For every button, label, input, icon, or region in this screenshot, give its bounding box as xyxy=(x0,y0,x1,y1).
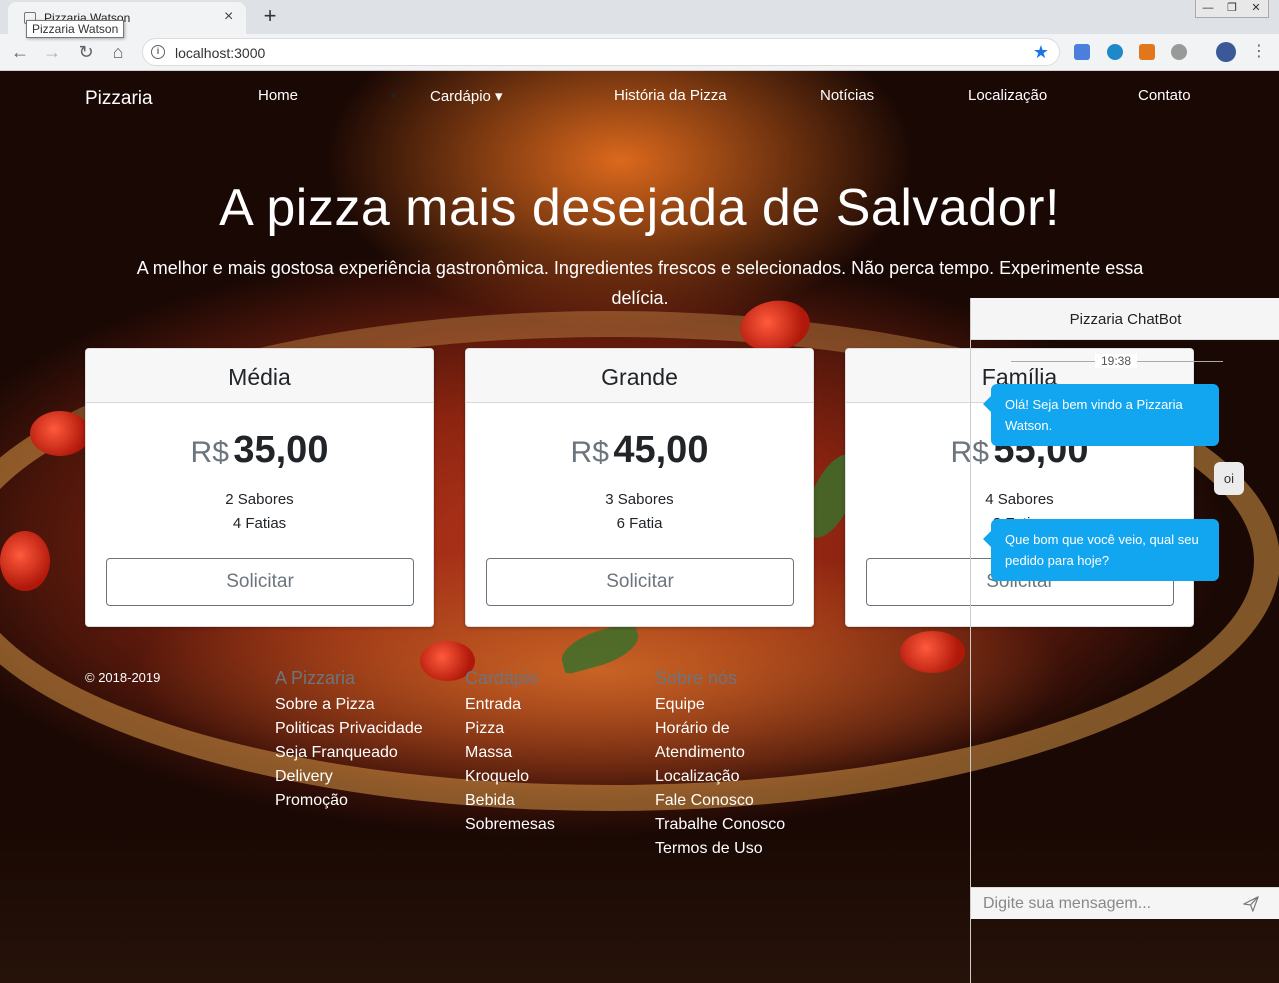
pricing-card-media: Média R$ 35,00 2 Sabores 4 Fatias Solici… xyxy=(85,348,434,627)
footer-column-pizzaria: A Pizzaria Sobre a Pizza Politicas Priva… xyxy=(275,668,423,813)
card-slices: 4 Fatias xyxy=(232,515,287,532)
browser-menu-icon[interactable]: ⋮ xyxy=(1247,40,1271,64)
nav-cardapio[interactable]: Cardápio ▾ xyxy=(430,87,503,105)
footer-link[interactable]: Sobre a Pizza xyxy=(275,693,423,717)
nav-dot xyxy=(391,93,396,98)
window-controls: — ❐ ✕ xyxy=(1195,0,1269,18)
fox-extension-icon[interactable] xyxy=(1139,44,1155,60)
price-value: 35,00 xyxy=(233,429,329,471)
price-value: 45,00 xyxy=(613,429,709,471)
footer-link[interactable]: Horário de xyxy=(655,717,785,741)
card-slices: 6 Fatia xyxy=(616,515,663,532)
footer-link[interactable]: Bebida xyxy=(465,789,555,813)
footer-link[interactable]: Sobremesas xyxy=(465,813,555,837)
footer-link[interactable]: Trabalhe Conosco xyxy=(655,813,785,837)
extension-icon[interactable] xyxy=(1107,44,1123,60)
nav-localizacao[interactable]: Localização xyxy=(968,87,1047,104)
copyright: © 2018-2019 xyxy=(85,670,161,685)
minimize-icon[interactable]: — xyxy=(1196,0,1220,17)
tomato-decoration xyxy=(30,411,90,456)
card-price: R$ 35,00 xyxy=(86,429,433,472)
footer-link[interactable]: Fale Conosco xyxy=(655,789,785,813)
card-title: Grande xyxy=(466,349,813,403)
site-navbar: Pizzaria Home Cardápio ▾ História da Piz… xyxy=(0,71,1279,121)
footer-column-title: Cardápio xyxy=(465,668,539,688)
card-title: Média xyxy=(86,349,433,403)
chat-input-placeholder: Digite sua mensagem... xyxy=(983,895,1152,912)
reload-icon[interactable]: ↻ xyxy=(74,40,98,64)
new-tab-button[interactable]: + xyxy=(256,5,284,29)
profile-avatar[interactable] xyxy=(1216,42,1236,62)
footer-link[interactable]: Equipe xyxy=(655,693,785,717)
footer-link[interactable]: Massa xyxy=(465,741,555,765)
bookmark-star-icon[interactable]: ★ xyxy=(1033,42,1049,63)
restore-icon[interactable]: ❐ xyxy=(1220,0,1244,17)
footer-column-sobre: Sobre nós Equipe Horário de Atendimento … xyxy=(655,668,785,861)
nav-home[interactable]: Home xyxy=(258,87,298,104)
close-window-icon[interactable]: ✕ xyxy=(1244,0,1268,17)
price-currency: R$ xyxy=(570,436,609,469)
bot-message: Olá! Seja bem vindo a Pizzaria Watson. xyxy=(983,384,1219,446)
forward-arrow-icon[interactable]: → xyxy=(40,40,64,64)
solicitar-button[interactable]: Solicitar xyxy=(106,558,414,606)
card-flavors: 2 Sabores xyxy=(225,491,294,508)
card-features: 3 Sabores 6 Fatia xyxy=(466,488,813,536)
card-price: R$ 45,00 xyxy=(466,429,813,472)
home-icon[interactable]: ⌂ xyxy=(106,40,130,64)
hero-title: A pizza mais desejada de Salvador! xyxy=(219,179,1060,237)
tab-strip: Pizzaria Watson × Pizzaria Watson + — ❐ … xyxy=(0,0,1279,38)
price-currency: R$ xyxy=(190,436,229,469)
user-message: oi xyxy=(1213,462,1244,495)
footer-link[interactable]: Entrada xyxy=(465,693,555,717)
chat-input-field[interactable]: Digite sua mensagem... xyxy=(971,887,1279,919)
footer-link[interactable]: Seja Franqueado xyxy=(275,741,423,765)
footer-link[interactable]: Delivery xyxy=(275,765,423,789)
chatbot-title[interactable]: Pizzaria ChatBot xyxy=(971,298,1279,340)
site-brand[interactable]: Pizzaria xyxy=(85,88,153,110)
nav-noticias[interactable]: Notícias xyxy=(820,87,874,104)
url-text[interactable]: localhost:3000 xyxy=(175,45,265,61)
bot-message: Que bom que você veio, qual seu pedido p… xyxy=(983,519,1219,581)
back-arrow-icon[interactable]: ← xyxy=(8,40,32,64)
address-bar[interactable]: i localhost:3000 ★ xyxy=(142,38,1060,66)
tomato-decoration xyxy=(0,531,50,591)
send-icon[interactable] xyxy=(1242,895,1260,913)
chatbot-panel: Pizzaria ChatBot 19:38 Olá! Seja bem vin… xyxy=(970,298,1279,983)
footer-column-title: A Pizzaria xyxy=(275,668,356,688)
translate-extension-icon[interactable] xyxy=(1074,44,1090,60)
browser-chrome: Pizzaria Watson × Pizzaria Watson + — ❐ … xyxy=(0,0,1279,71)
footer-link[interactable]: Termos de Uso xyxy=(655,837,785,861)
chat-timestamp: 19:38 xyxy=(1095,354,1138,368)
history-extension-icon[interactable] xyxy=(1171,44,1187,60)
footer-link[interactable]: Politicas Privacidade xyxy=(275,717,423,741)
tomato-decoration xyxy=(900,631,965,673)
nav-historia[interactable]: História da Pizza xyxy=(614,87,727,104)
info-icon[interactable]: i xyxy=(151,45,165,59)
footer-column-cardapio: Cardápio Entrada Pizza Massa Kroquelo Be… xyxy=(465,668,555,837)
card-flavors: 3 Sabores xyxy=(605,491,674,508)
nav-contato[interactable]: Contato xyxy=(1138,87,1191,104)
footer-link[interactable]: Kroquelo xyxy=(465,765,555,789)
tab-close-icon[interactable]: × xyxy=(224,8,233,26)
chevron-down-icon: ▾ xyxy=(495,88,503,105)
chat-messages[interactable]: 19:38 Olá! Seja bem vindo a Pizzaria Wat… xyxy=(971,340,1279,887)
footer-link[interactable]: Localização xyxy=(655,765,785,789)
browser-toolbar: ← → ↻ ⌂ i localhost:3000 ★ ⋮ xyxy=(0,34,1279,71)
footer-link[interactable]: Promoção xyxy=(275,789,423,813)
footer-link[interactable]: Atendimento xyxy=(655,741,785,765)
nav-cardapio-label: Cardápio xyxy=(430,88,491,105)
footer-column-title: Sobre nós xyxy=(655,668,738,688)
card-features: 2 Sabores 4 Fatias xyxy=(86,488,433,536)
solicitar-button[interactable]: Solicitar xyxy=(486,558,794,606)
footer-link[interactable]: Pizza xyxy=(465,717,555,741)
pricing-card-grande: Grande R$ 45,00 3 Sabores 6 Fatia Solici… xyxy=(465,348,814,627)
tab-tooltip: Pizzaria Watson xyxy=(26,20,125,38)
